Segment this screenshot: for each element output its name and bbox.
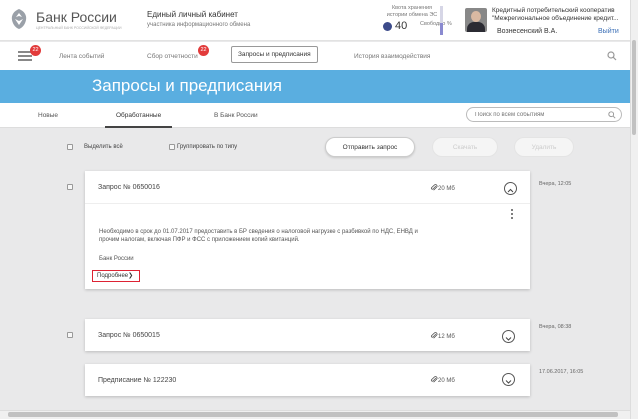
chevron-down-icon [505,380,512,384]
quota-free-label: Свободно % [420,21,452,27]
quota-bar [440,6,443,35]
expand-button[interactable] [502,330,515,343]
group-by-type-label[interactable]: Группировать по типу [177,144,237,150]
paperclip-icon [431,376,438,383]
card-divider [85,203,530,204]
select-all-label[interactable]: Выделить всё [84,144,123,150]
quota-indicator-icon [383,22,392,31]
card-checkbox[interactable] [67,332,73,338]
tab-reporting[interactable]: Сбор отчетности [147,53,198,60]
user-name[interactable]: Вознесенский В.А. [497,28,557,35]
bank-tagline: ЦЕНТРАЛЬНЫЙ БАНК РОССИЙСКОЙ ФЕДЕРАЦИИ [36,26,122,30]
chevron-down-icon [505,337,512,341]
card-sender: Банк России [99,256,134,262]
download-button[interactable]: Скачать [432,137,498,157]
details-label: Подробнее [97,273,129,279]
tab-history[interactable]: История взаимодействия [354,53,430,60]
avatar[interactable] [465,8,487,32]
cabinet-title: Единый личный кабинет [147,10,238,19]
card-timestamp: 17.06.2017, 16:05 [539,369,584,375]
select-all-checkbox[interactable] [67,144,73,150]
delete-button[interactable]: Удалить [514,137,574,157]
quota-label: Квота хранения истории обмена ЭС [386,5,438,18]
card-title[interactable]: Запрос № 0650016 [98,184,160,191]
card-body-text: Необходимо в срок до 01.07.2017 предоста… [99,229,418,243]
search-icon[interactable] [607,51,617,61]
attachment-size: 12 Мб [438,334,455,340]
horizontal-scrollbar-thumb[interactable] [8,412,618,417]
menu-badge: 22 [30,45,41,56]
card-timestamp: Вчера, 12:05 [539,181,572,187]
event-search[interactable] [466,107,622,122]
bank-emblem-icon [11,9,27,29]
expand-button[interactable] [502,373,515,386]
paperclip-icon [431,332,438,339]
event-search-input[interactable] [475,110,605,119]
subtab-new[interactable]: Новые [38,112,58,119]
subtab-to-bank[interactable]: В Банк России [214,112,258,119]
cabinet-subtitle: участника информационного обмена [147,22,251,28]
subtab-processed[interactable]: Обработанные [116,112,161,119]
group-by-type-checkbox[interactable] [169,144,175,150]
page-title: Запросы и предписания [92,76,282,95]
card-checkbox[interactable] [67,184,73,190]
paperclip-icon [431,184,438,191]
card-title[interactable]: Запрос № 0650015 [98,332,160,339]
details-button[interactable]: Подробнее❯ [92,270,140,282]
vertical-scrollbar-thumb[interactable] [632,40,636,135]
tab-requests[interactable]: Запросы и предписания [231,46,318,63]
bank-name: Банк России [36,9,117,25]
quota-percent: 40 [395,20,408,32]
active-subtab-underline [105,126,172,128]
tab-events-feed[interactable]: Лента событий [59,53,104,60]
more-options-icon[interactable] [511,209,514,221]
organization-name[interactable]: Кредитный потребительский кооператив "Ме… [492,7,620,23]
chevron-up-icon [507,188,514,193]
attachment-size: 20 Мб [438,186,455,192]
card-timestamp: Вчера, 08:38 [539,324,572,330]
attachment-size: 20 Мб [438,378,455,384]
quota-bar-fill [440,23,443,35]
card-title[interactable]: Предписание № 122230 [98,377,176,384]
reporting-badge: 22 [198,45,209,56]
search-icon[interactable] [608,111,616,119]
chevron-right-icon: ❯ [128,273,134,279]
collapse-button[interactable] [504,182,517,195]
send-request-button[interactable]: Отправить запрос [325,137,415,157]
logout-link[interactable]: Выйти [598,28,619,35]
